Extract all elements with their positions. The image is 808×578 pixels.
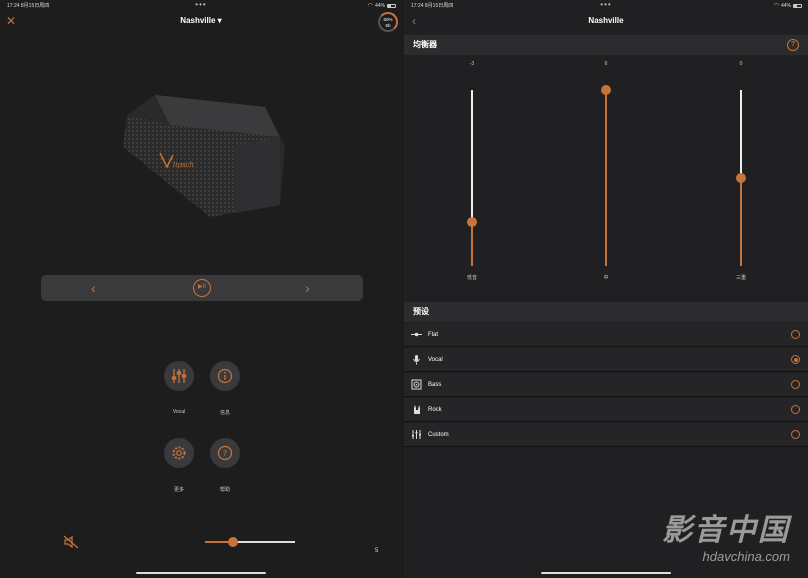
help-label: 帮助 (219, 487, 230, 493)
speaker-image: lipsch (123, 95, 285, 217)
eq-band-slider[interactable] (736, 90, 746, 266)
preset-row-bass[interactable]: Bass (404, 373, 808, 397)
help-icon: ? (217, 445, 233, 461)
wifi-icon: ◠ (773, 3, 779, 9)
rock-hand-icon (414, 405, 420, 414)
volume-knob[interactable] (227, 537, 238, 547)
preset-radio[interactable] (791, 330, 800, 339)
eq-band-value: 6 (604, 61, 608, 67)
eq-band-fill (740, 178, 742, 266)
eq-band-knob[interactable] (601, 85, 611, 95)
eq-band-slider[interactable] (601, 85, 611, 266)
battery-icon (387, 3, 396, 8)
svg-text:lipsch: lipsch (173, 161, 194, 169)
preset-label: Custom (428, 432, 449, 438)
eq-band-value: -3 (469, 61, 475, 67)
preset-radio[interactable] (791, 430, 800, 439)
home-indicator[interactable] (541, 572, 671, 574)
next-track-button[interactable]: › (305, 275, 310, 301)
chevron-down-icon: ▾ (217, 16, 222, 25)
sliders-icon (412, 430, 421, 439)
eq-band-fill (471, 222, 473, 266)
equalizer-screen: 17:24 8月15日周四 ••• ◠ 44% ‹ Nashville 均衡器 … (404, 0, 808, 578)
status-bar: 17:24 8月15日周四 ••• ◠ 44% (404, 0, 808, 10)
eq-band-label: 低音 (466, 275, 477, 281)
preset-radio[interactable] (791, 380, 800, 389)
playback-controls: ‹ ▶II › (41, 275, 363, 301)
eq-band-label: 三重 (735, 275, 746, 281)
status-right: ◠ 44% (368, 2, 396, 9)
eq-band-fill (605, 90, 607, 266)
equalizer-icon (171, 369, 187, 383)
eq-band-knob[interactable] (467, 217, 477, 227)
preset-label: Rock (428, 407, 442, 413)
multitask-dots[interactable]: ••• (600, 0, 611, 9)
presets-header: 预设 (404, 302, 808, 322)
wifi-icon: ◠ (367, 3, 373, 9)
help-icon[interactable]: ? (787, 39, 799, 51)
device-title-dropdown[interactable]: Nashville ▾ (0, 16, 402, 25)
mute-icon[interactable] (63, 535, 79, 549)
page-title: Nashville (588, 16, 624, 25)
eq-band-value: 0 (739, 61, 743, 67)
multitask-dots[interactable]: ••• (195, 0, 206, 9)
eq-band-label: 中 (603, 275, 609, 281)
watermark-url: hdavchina.com (702, 549, 790, 564)
equalizer-header: 均衡器 ? (404, 35, 808, 55)
eq-band-knob[interactable] (736, 173, 746, 183)
info-label: 信息 (219, 410, 230, 416)
preset-row-vocal[interactable]: Vocal (404, 348, 808, 372)
battery-percent: 44% (374, 2, 385, 9)
device-name: Nashville (180, 16, 216, 25)
equalizer-title: 均衡器 (413, 40, 437, 49)
speaker-battery-ring: 60% 6h (378, 12, 398, 32)
preset-row-flat[interactable]: Flat (404, 323, 808, 347)
svg-text:?: ? (223, 449, 227, 458)
status-right: ◠ 44% (774, 2, 802, 9)
volume-value: 5 (375, 548, 379, 554)
presets-title: 预设 (413, 307, 429, 316)
eq-preset-button[interactable] (164, 361, 194, 391)
more-settings-button[interactable] (164, 438, 194, 468)
battery-icon (793, 3, 802, 8)
speaker-battery-hours: 6h (385, 23, 391, 28)
eq-band-slider[interactable] (467, 90, 477, 266)
speaker-home-screen: 17:24 8月15日周四 ••• ◠ 44% ✕ Nashville ▾ 60… (0, 0, 402, 578)
preset-radio[interactable] (791, 405, 800, 414)
play-pause-button[interactable]: ▶II (193, 279, 211, 297)
status-bar: 17:24 8月15日周四 ••• ◠ 44% (0, 0, 402, 10)
preset-label: Bass (428, 382, 442, 388)
help-button[interactable]: ? (210, 438, 240, 468)
info-icon (217, 368, 233, 384)
watermark: 影音中国 hdavchina.com (662, 505, 790, 564)
preset-label: Flat (428, 332, 439, 338)
preset-radio[interactable] (791, 355, 800, 364)
status-time: 17:24 8月15日周四 (7, 3, 50, 9)
more-label: 更多 (173, 487, 184, 493)
flat-line-icon (411, 332, 422, 337)
microphone-icon (413, 355, 420, 365)
preset-row-custom[interactable]: Custom (404, 423, 808, 447)
eq-preset-label: Vocal (172, 409, 186, 415)
gear-icon (172, 446, 186, 460)
preset-label: Vocal (428, 357, 443, 363)
speaker-icon (411, 379, 422, 390)
battery-percent: 44% (780, 2, 791, 9)
preset-row-rock[interactable]: Rock (404, 398, 808, 422)
previous-track-button[interactable]: ‹ (91, 275, 96, 301)
volume-slider[interactable] (205, 537, 295, 547)
info-button[interactable] (210, 361, 240, 391)
home-indicator[interactable] (136, 572, 266, 574)
watermark-logo: 影音中国 (662, 514, 790, 547)
status-time: 17:24 8月15日周四 (411, 3, 454, 9)
